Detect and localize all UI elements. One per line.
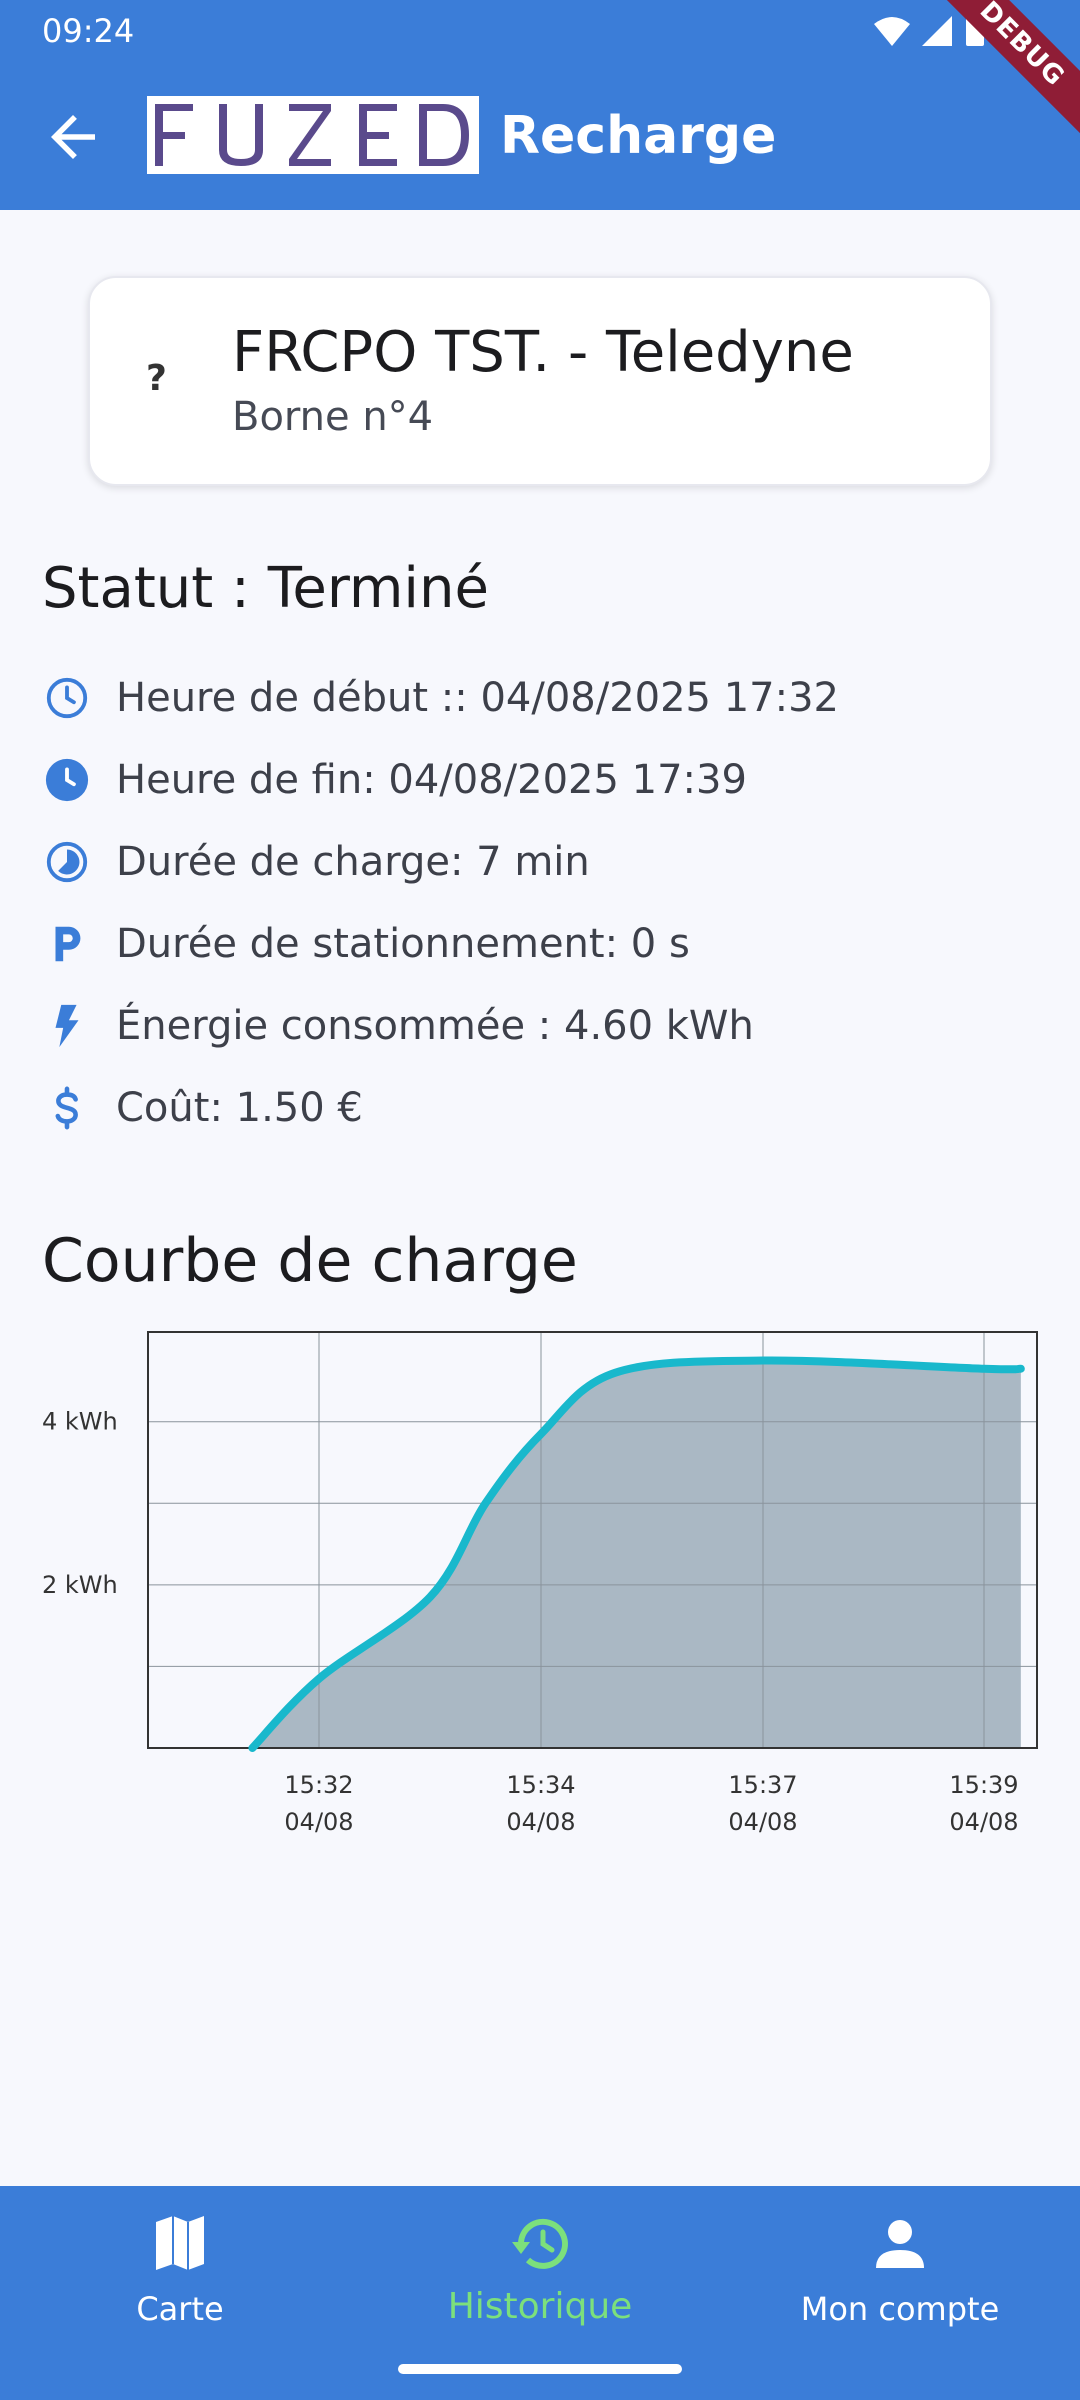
- detail-row-cost: Coût: 1.50 €: [42, 1078, 363, 1138]
- timelapse-icon: [42, 837, 92, 887]
- app-bar: 09:24 DEBUG Recharge: [0, 0, 1080, 210]
- bolt-icon: [42, 1001, 92, 1051]
- x-tick-label-date: 04/08: [728, 1808, 797, 1836]
- y-tick-label: 4 kWh: [42, 1408, 118, 1436]
- charge-curve-chart: 2 kWh 4 kWh 15:32 04/08 15:34 04/08 15:37 04/08…: [42, 1331, 1038, 1836]
- map-icon: [156, 2216, 204, 2270]
- clock-filled-icon: [42, 755, 92, 805]
- signal-icon: [922, 16, 952, 46]
- detail-text: Énergie consommée : 4.60 kWh: [116, 1003, 754, 1049]
- detail-text: Heure de début :: 04/08/2025 17:32: [116, 675, 839, 721]
- history-icon: [512, 2218, 568, 2269]
- status-title: Statut : Terminé: [42, 556, 489, 621]
- nav-label: Historique: [447, 2286, 633, 2327]
- logo-wordmark: [155, 104, 469, 166]
- x-tick-label-time: 15:37: [728, 1771, 797, 1799]
- parking-icon: [42, 919, 92, 969]
- detail-row-energy: Énergie consommée : 4.60 kWh: [42, 996, 754, 1056]
- station-card[interactable]: ? FRCPO TST. - Teledyne Borne n°4: [88, 276, 992, 486]
- detail-text: Durée de charge: 7 min: [116, 839, 590, 885]
- gesture-bar: [398, 2364, 682, 2374]
- back-arrow-icon[interactable]: [40, 104, 106, 170]
- station-number: Borne n°4: [232, 394, 434, 440]
- x-tick-label-date: 04/08: [506, 1808, 575, 1836]
- detail-text: Durée de stationnement: 0 s: [116, 921, 690, 967]
- detail-row-start: Heure de début :: 04/08/2025 17:32: [42, 668, 839, 728]
- station-unknown-icon: ?: [146, 358, 167, 399]
- detail-row-duration: Durée de charge: 7 min: [42, 832, 590, 892]
- dollar-icon: [42, 1083, 92, 1133]
- fuzed-logo: [147, 96, 479, 174]
- curve-title: Courbe de charge: [42, 1226, 578, 1296]
- detail-text: Heure de fin: 04/08/2025 17:39: [116, 757, 747, 803]
- nav-label: Carte: [136, 2290, 224, 2328]
- detail-text: Coût: 1.50 €: [116, 1085, 363, 1131]
- nav-item-account[interactable]: Mon compte: [750, 2186, 1050, 2336]
- account-icon: [876, 2220, 924, 2268]
- x-tick-label-time: 15:32: [284, 1771, 353, 1799]
- clock-outline-icon: [42, 673, 92, 723]
- detail-row-parking: Durée de stationnement: 0 s: [42, 914, 690, 974]
- y-tick-label: 2 kWh: [42, 1571, 118, 1599]
- wifi-icon: [874, 17, 910, 46]
- page-title: Recharge: [500, 106, 777, 166]
- x-tick-label-date: 04/08: [949, 1808, 1018, 1836]
- nav-item-map[interactable]: Carte: [30, 2186, 330, 2336]
- x-tick-label-date: 04/08: [284, 1808, 353, 1836]
- nav-label: Mon compte: [800, 2290, 1000, 2328]
- nav-item-history[interactable]: Historique: [390, 2186, 690, 2336]
- detail-row-end: Heure de fin: 04/08/2025 17:39: [42, 750, 747, 810]
- x-tick-label-time: 15:39: [949, 1771, 1018, 1799]
- x-tick-label-time: 15:34: [506, 1771, 575, 1799]
- station-name: FRCPO TST. - Teledyne: [232, 320, 854, 385]
- status-time: 09:24: [42, 12, 135, 50]
